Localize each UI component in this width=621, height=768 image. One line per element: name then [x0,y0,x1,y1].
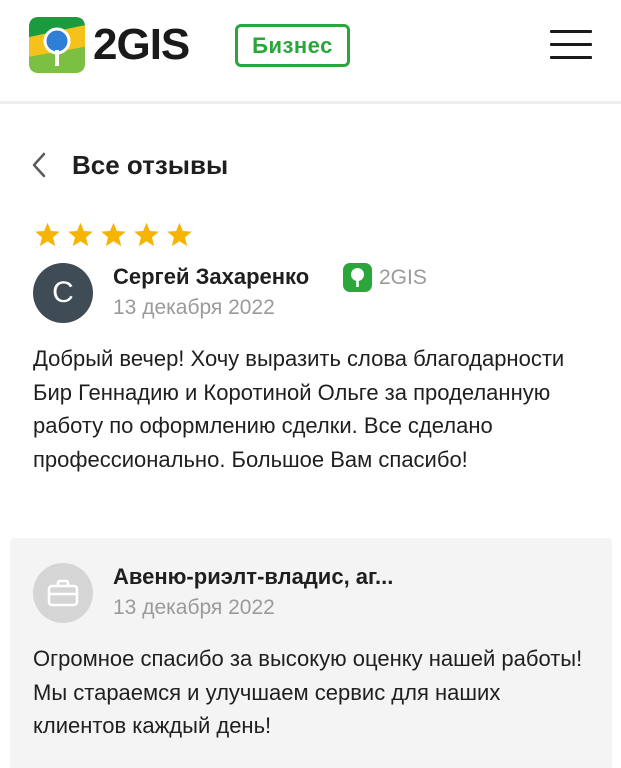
author-name: Сергей Захаренко [113,264,310,289]
star-icon [134,222,159,247]
source-label: 2GIS [379,265,427,289]
site-header: 2GIS Бизнес [0,0,621,104]
star-icon [101,222,126,247]
2gis-source-icon [343,263,372,292]
reply-date: 13 декабря 2022 [113,596,275,619]
review-text: Добрый вечер! Хочу выразить слова благод… [33,346,565,472]
page-title: Все отзывы [72,149,229,180]
company-reply: Авеню-риэлт-владис, аг... 13 декабря 202… [10,538,612,768]
hamburger-menu-icon[interactable] [550,30,592,60]
rating-stars [33,221,194,249]
star-icon [167,222,192,247]
star-icon [35,222,60,247]
review-source: 2GIS [343,263,427,292]
logo-text[interactable]: 2GIS [93,20,190,70]
company-avatar [33,563,93,623]
2gis-logo-icon[interactable] [29,17,85,73]
back-link[interactable]: Все отзывы [30,145,330,185]
business-badge[interactable]: Бизнес [235,24,350,67]
review-date: 13 декабря 2022 [113,296,275,319]
star-icon [68,222,93,247]
briefcase-icon [47,579,79,607]
menu-line [550,30,592,33]
menu-line [550,56,592,59]
chevron-left-icon[interactable] [30,151,48,179]
author-avatar: С [33,263,93,323]
reply-text: Огромное спасибо за высокую оценку нашей… [33,646,583,738]
menu-line [550,43,592,46]
company-name[interactable]: Авеню-риэлт-владис, аг... [113,563,393,591]
